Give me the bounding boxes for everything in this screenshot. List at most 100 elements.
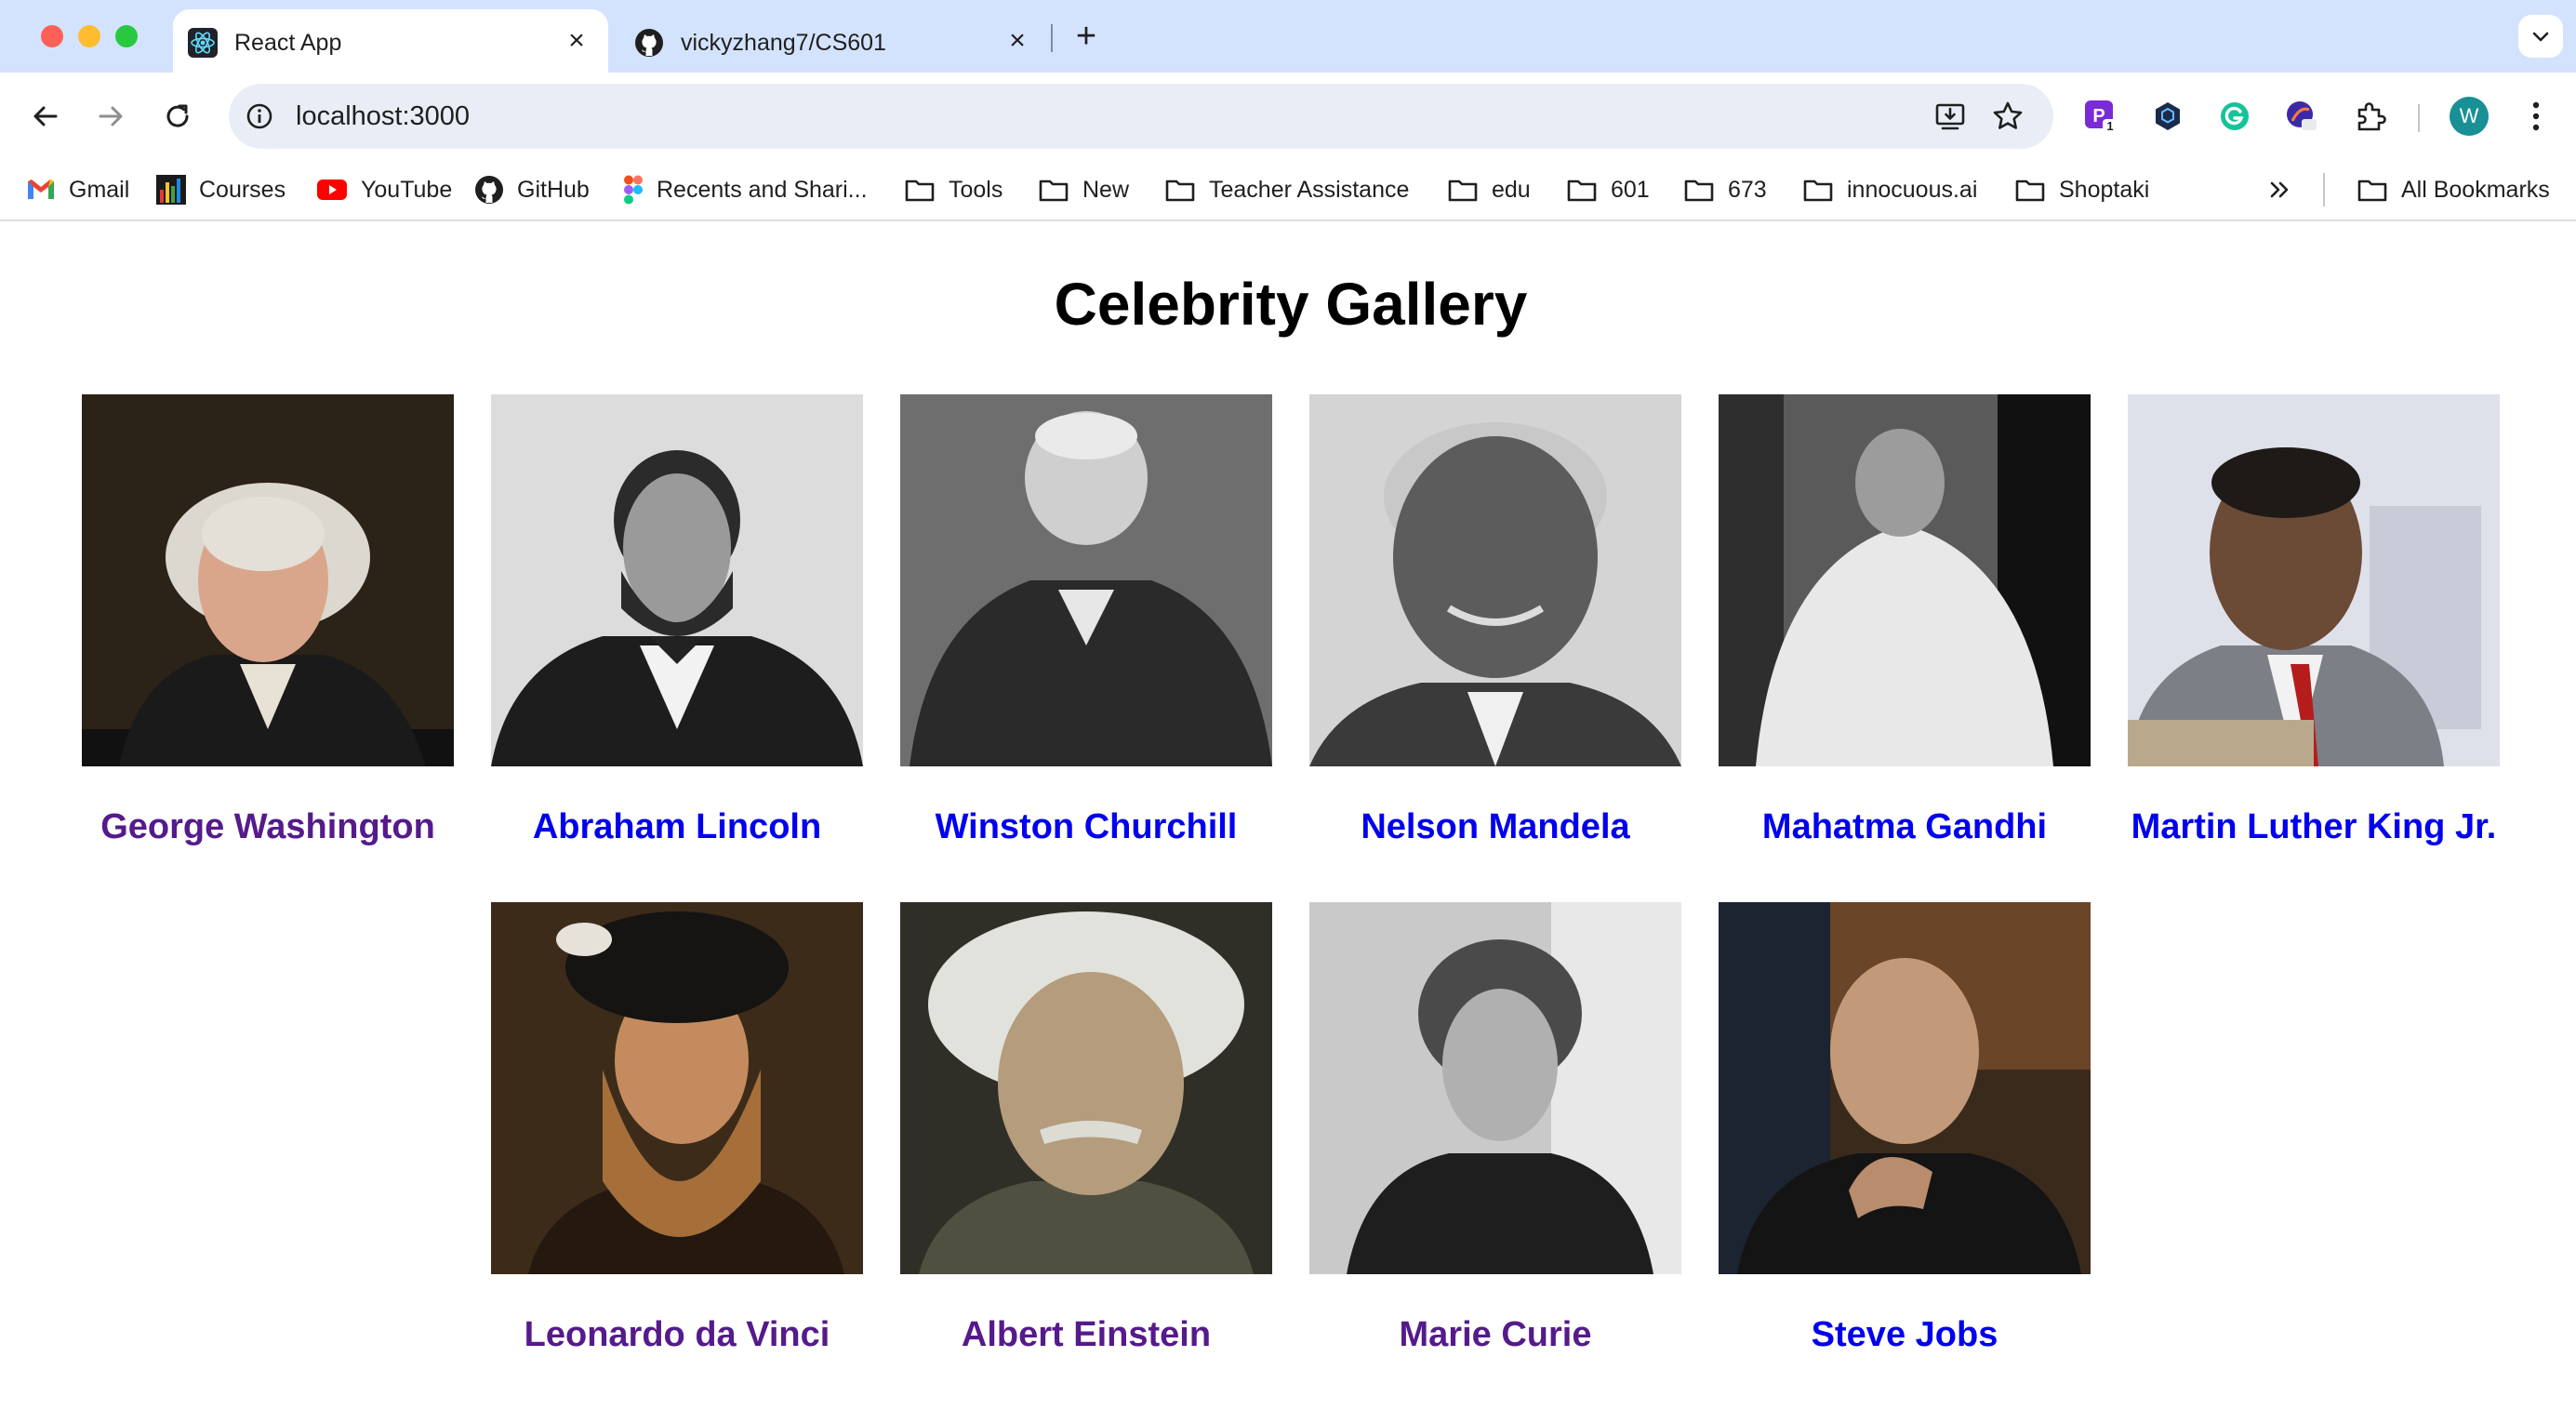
portrait-image[interactable] (900, 902, 1272, 1274)
toolbar-divider (2418, 104, 2420, 132)
arrow-right-icon (99, 106, 123, 126)
bookmark-folder-673[interactable]: 673 (1683, 171, 1767, 208)
bookmark-folder-tools[interactable]: Tools (904, 171, 1003, 208)
install-app-icon[interactable] (1934, 100, 1966, 132)
extension-badge: 1 (2106, 119, 2113, 133)
close-window-button[interactable] (41, 25, 63, 47)
portrait-image[interactable] (900, 394, 1272, 766)
folder-icon (2357, 180, 2387, 202)
portrait-image[interactable] (491, 394, 863, 766)
folder-icon (1803, 180, 1833, 202)
bookmark-star-icon[interactable] (1992, 100, 2024, 132)
extension-hex-icon[interactable] (2150, 99, 2185, 134)
folder-icon (1039, 180, 1069, 202)
bookmark-youtube[interactable]: YouTube (316, 171, 452, 208)
extension-p-icon[interactable]: P 1 (2083, 99, 2118, 134)
celebrity-name-link[interactable]: Marie Curie (1272, 1315, 1719, 1355)
tab-react-app[interactable]: React App × (173, 9, 608, 73)
tab-title: vickyzhang7/CS601 (681, 30, 886, 56)
celebrity-name-link[interactable]: George Washington (45, 807, 491, 847)
bookmark-folder-new[interactable]: New (1038, 171, 1129, 208)
celebrity-name-link[interactable]: Nelson Mandela (1272, 807, 1719, 847)
bookmark-label: New (1082, 176, 1130, 203)
bookmark-label: Shoptaki (2059, 176, 2150, 203)
address-bar[interactable]: localhost:3000 (229, 84, 2053, 149)
folder-icon (2015, 180, 2045, 202)
close-icon[interactable]: × (562, 26, 591, 56)
chevron-double-right-icon (2270, 181, 2289, 198)
figma-icon (624, 175, 643, 205)
youtube-icon (317, 180, 347, 200)
bookmark-folder-shoptaki[interactable]: Shoptaki (2014, 171, 2149, 208)
bookmark-label: 601 (1611, 176, 1650, 203)
forward-button[interactable] (89, 95, 132, 138)
folder-icon (1165, 180, 1195, 202)
profile-avatar[interactable]: W (2450, 97, 2489, 136)
bookmark-folder-innocuous[interactable]: innocuous.ai (1802, 171, 1977, 208)
celebrity-name-link[interactable]: Martin Luther King Jr. (2091, 807, 2537, 847)
portrait-image[interactable] (82, 394, 454, 766)
celebrity-name-link[interactable]: Winston Churchill (863, 807, 1309, 847)
grammarly-icon[interactable] (2217, 99, 2252, 134)
fullscreen-window-button[interactable] (115, 25, 138, 47)
github-icon (475, 176, 503, 204)
tab-divider (1051, 24, 1053, 52)
extension-edit-icon[interactable] (2284, 99, 2319, 134)
bookmark-folder-601[interactable]: 601 (1566, 171, 1650, 208)
bar-chart-icon (156, 175, 186, 205)
portrait-image[interactable] (1309, 394, 1681, 766)
portrait-image[interactable] (2128, 394, 2500, 766)
more-vert-icon[interactable] (2522, 95, 2550, 138)
bookmark-label: Tools (949, 176, 1003, 203)
close-icon[interactable]: × (1003, 26, 1032, 56)
celebrity-name-link[interactable]: Abraham Lincoln (454, 807, 900, 847)
bookmark-label: edu (1492, 176, 1531, 203)
tab-search-button[interactable] (2518, 15, 2563, 58)
reload-icon (166, 104, 189, 127)
more-bookmarks-button[interactable] (2267, 171, 2306, 208)
celebrity-name-link[interactable]: Steve Jobs (1681, 1315, 2128, 1355)
url-text[interactable]: localhost:3000 (296, 101, 470, 131)
portrait-image[interactable] (491, 902, 863, 1274)
all-bookmarks-button[interactable]: All Bookmarks (2357, 171, 2550, 208)
tab-strip: React App × vickyzhang7/CS601 × + (0, 0, 2576, 73)
minimize-window-button[interactable] (78, 25, 100, 47)
bookmark-folder-teacher-assistance[interactable]: Teacher Assistance (1164, 171, 1409, 208)
folder-icon (1684, 180, 1714, 202)
bookmark-label: All Bookmarks (2401, 176, 2550, 203)
bookmark-label: Gmail (69, 176, 130, 203)
bookmark-label: 673 (1728, 176, 1767, 203)
bookmark-label: Recents and Shari... (657, 176, 868, 203)
tab-github[interactable]: vickyzhang7/CS601 × (619, 9, 1049, 73)
github-icon (635, 29, 663, 57)
bookmark-label: Courses (199, 176, 286, 203)
arrow-left-icon (33, 106, 58, 126)
portrait-image[interactable] (1309, 902, 1681, 1274)
celebrity-name-link[interactable]: Leonardo da Vinci (454, 1315, 900, 1355)
celebrity-name-link[interactable]: Albert Einstein (863, 1315, 1309, 1355)
site-info-icon[interactable] (246, 102, 273, 130)
bookmark-courses[interactable]: Courses (156, 171, 285, 208)
browser-toolbar: localhost:3000 P 1 W (0, 73, 2576, 160)
new-tab-button[interactable]: + (1068, 19, 1105, 56)
react-icon (188, 28, 218, 58)
page-title: Celebrity Gallery (1054, 271, 1528, 338)
extensions-puzzle-icon[interactable] (2353, 99, 2388, 134)
portrait-image[interactable] (1719, 394, 2091, 766)
bookmark-gmail[interactable]: Gmail (26, 171, 129, 208)
bookmark-label: GitHub (517, 176, 590, 203)
bookmark-figma[interactable]: Recents and Shari... (623, 171, 868, 208)
bookmark-folder-edu[interactable]: edu (1447, 171, 1531, 208)
reload-button[interactable] (156, 95, 199, 138)
bookmarks-bar: Gmail Courses YouTube GitHub Recents and… (0, 160, 2576, 221)
bookmark-github[interactable]: GitHub (474, 171, 590, 208)
folder-icon (1448, 180, 1478, 202)
back-button[interactable] (24, 95, 67, 138)
tab-title: React App (234, 30, 342, 56)
portrait-image[interactable] (1719, 902, 2091, 1274)
bookmark-label: YouTube (361, 176, 453, 203)
celebrity-name-link[interactable]: Mahatma Gandhi (1681, 807, 2128, 847)
gmail-icon (28, 180, 54, 199)
bookmark-label: innocuous.ai (1847, 176, 1978, 203)
bookmarks-divider (2323, 173, 2325, 206)
